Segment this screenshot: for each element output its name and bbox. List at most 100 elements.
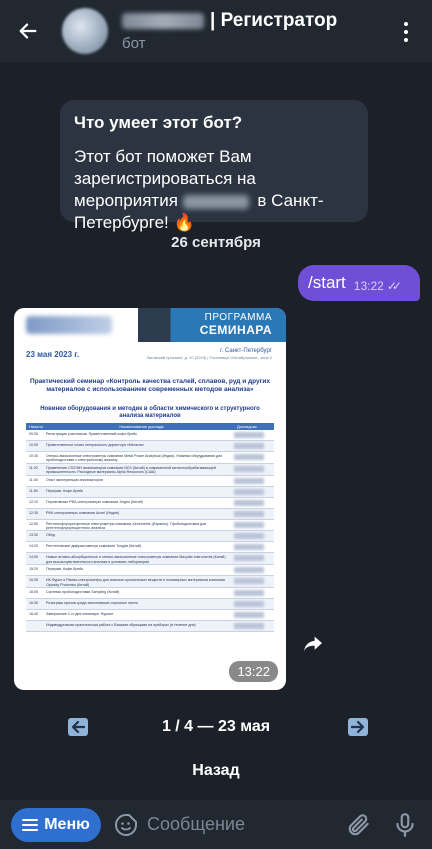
next-page-button[interactable] — [348, 718, 368, 736]
table-row: Индивидуальная практическая работа с Ваш… — [26, 621, 274, 633]
chat-subtitle: бот — [122, 35, 146, 52]
row-speaker-blurred — [234, 621, 274, 631]
row-title: Регистрация участников. Приветственный к… — [46, 432, 137, 436]
table-row: 10:00 Приветственное слово генерального д… — [26, 441, 274, 452]
table-row: 16:30 Розыгрыш призов среди заполнивших о… — [26, 599, 274, 611]
image-time: 13:22 — [229, 661, 278, 682]
outgoing-message[interactable]: /start 13:22 ✓✓ — [298, 265, 420, 301]
row-speaker-blurred — [234, 599, 274, 609]
chat-title-block[interactable]: | Регистратор бот — [122, 10, 337, 52]
back-button[interactable] — [0, 0, 56, 62]
row-speaker-blurred — [234, 464, 274, 474]
microphone-button[interactable] — [392, 812, 418, 838]
table-row: 15:20 Перерыв. Кофе-брейк — [26, 565, 274, 577]
share-button[interactable] — [298, 629, 328, 659]
row-speaker-blurred — [234, 441, 274, 451]
message-text: /start — [308, 273, 346, 292]
table-row: 09:30 Регистрация участников. Приветствен… — [26, 430, 274, 441]
doc-subheading: Новинки оборудования и методик в области… — [40, 406, 260, 419]
share-icon — [304, 636, 322, 652]
row-title: Рентгеновские дифрактометры компании Ton… — [46, 544, 142, 549]
message-input-bar: Меню — [0, 800, 432, 849]
more-vertical-icon[interactable] — [394, 20, 418, 44]
row-title: Перерыв. Кофе-брейк — [46, 567, 83, 572]
row-time: 16:05 — [29, 590, 38, 595]
doc-address: Лиговский проспект, д. 10 (2023) | Гости… — [146, 355, 272, 360]
row-title: Завершение 1-го дня семинара. Фуршет — [46, 612, 114, 617]
table-body: 09:30 Регистрация участников. Приветствен… — [26, 430, 274, 633]
row-speaker-blurred — [234, 509, 274, 519]
sticker-button[interactable] — [113, 812, 139, 838]
table-row: 14:20 Рентгеновские дифрактометры компани… — [26, 542, 274, 554]
row-speaker-blurred — [234, 520, 274, 530]
row-title: РФА спектрометры компании Anzel (Индия) — [46, 510, 120, 515]
bot-intro-text: Этот бот поможет Вам зарегистрироваться … — [74, 147, 324, 232]
blurred-bot-name — [122, 13, 204, 29]
row-title: Новые атомно-абсорбционные и оптико-эмис… — [46, 555, 226, 564]
row-speaker-blurred — [234, 553, 274, 563]
row-time: 13:30 — [29, 533, 38, 538]
row-speaker-blurred — [234, 610, 274, 620]
arrow-right-icon — [351, 721, 365, 733]
paperclip-icon — [348, 814, 369, 836]
table-row: 15:35 ИК-Фурье и Раман-спектрометры для а… — [26, 576, 274, 589]
row-time: 12:10 — [29, 499, 38, 504]
blurred-logo — [26, 316, 112, 334]
attach-button[interactable] — [346, 812, 372, 838]
message-input[interactable] — [147, 814, 327, 835]
row-speaker-blurred — [234, 531, 274, 541]
row-time — [26, 621, 46, 623]
row-title: Рентгенофлуоресцентные спектрометры комп… — [46, 521, 207, 531]
row-title: ИК-Фурье и Раман-спектрометры для анализ… — [46, 578, 225, 587]
table-row: 16:40 Завершение 1-го дня семинара. Фурше… — [26, 610, 274, 622]
row-title: Портативные РФА спектрометры компании Ji… — [46, 499, 143, 504]
table-row: 13:30 Обед — [26, 531, 274, 543]
row-time: 16:30 — [29, 601, 38, 606]
row-time: 11:50 — [29, 488, 38, 493]
row-time: 11:20 — [29, 465, 38, 470]
row-speaker-blurred — [234, 498, 274, 508]
chat-area[interactable]: Что умеет этот бот? Этот бот поможет Вам… — [0, 62, 432, 800]
arrow-left-icon — [19, 23, 37, 39]
table-header: Начало Наименование доклада Докладчик — [26, 423, 274, 430]
message-time: 13:22 — [353, 279, 384, 293]
table-row: 12:10 Портативные РФА спектрометры компан… — [26, 498, 274, 509]
table-row: 12:35 РФА спектрометры компании Anzel (Ин… — [26, 508, 274, 520]
sticker-icon — [115, 813, 137, 836]
table-row: 16:05 Системы пробоподготовки Sampling (К… — [26, 588, 274, 600]
row-title: Применение CS/ONH анализаторов компании … — [46, 465, 216, 475]
doc-city: г. Санкт-Петербург — [220, 348, 272, 354]
program-table: Начало Наименование доклада Докладчик 09… — [26, 423, 274, 633]
row-time: 11:40 — [29, 477, 38, 482]
menu-button-label: Меню — [44, 815, 90, 833]
row-title: Приветственное слово генерального директ… — [46, 443, 145, 447]
row-title: Оптико-эмиссионные спектрометры компании… — [46, 454, 223, 463]
row-time: 14:50 — [29, 555, 38, 560]
row-speaker-blurred — [234, 430, 274, 440]
row-title: Системы пробоподготовки Sampling (Китай) — [46, 590, 120, 595]
table-row: 14:50 Новые атомно-абсорбционные и оптико… — [26, 553, 274, 566]
avatar[interactable] — [62, 8, 108, 54]
row-speaker-blurred — [234, 576, 274, 586]
row-speaker-blurred — [234, 588, 274, 598]
row-title: Опыт эксплуатации анализаторов — [46, 477, 103, 482]
bot-intro-title: Что умеет этот бот? — [74, 113, 243, 132]
microphone-icon — [396, 813, 414, 837]
back-inline-button[interactable]: Назад — [0, 762, 432, 780]
pager-row: 1 / 4 — 23 мая — [0, 712, 432, 742]
row-time: 10:00 — [29, 443, 38, 447]
row-time: 16:40 — [29, 612, 38, 617]
row-speaker-blurred — [234, 476, 274, 486]
row-title: Перерыв. Кофе-брейк — [46, 488, 83, 493]
row-speaker-blurred — [234, 487, 274, 497]
row-title: Обед — [46, 533, 55, 538]
bot-intro-message: Что умеет этот бот? Этот бот поможет Вам… — [60, 100, 368, 232]
row-speaker-blurred — [234, 565, 274, 575]
row-speaker-blurred — [234, 542, 274, 552]
bot-menu-button[interactable]: Меню — [11, 807, 101, 842]
row-title: Розыгрыш призов среди заполнивших опросн… — [46, 601, 139, 606]
row-time: 12:35 — [29, 510, 38, 515]
table-row: 11:40 Опыт эксплуатации анализаторов — [26, 476, 274, 487]
row-time: 09:30 — [29, 432, 38, 436]
seminar-program-image[interactable]: ПРОГРАММА СЕМИНАРА 23 мая 2023 г. г. Сан… — [14, 308, 286, 690]
